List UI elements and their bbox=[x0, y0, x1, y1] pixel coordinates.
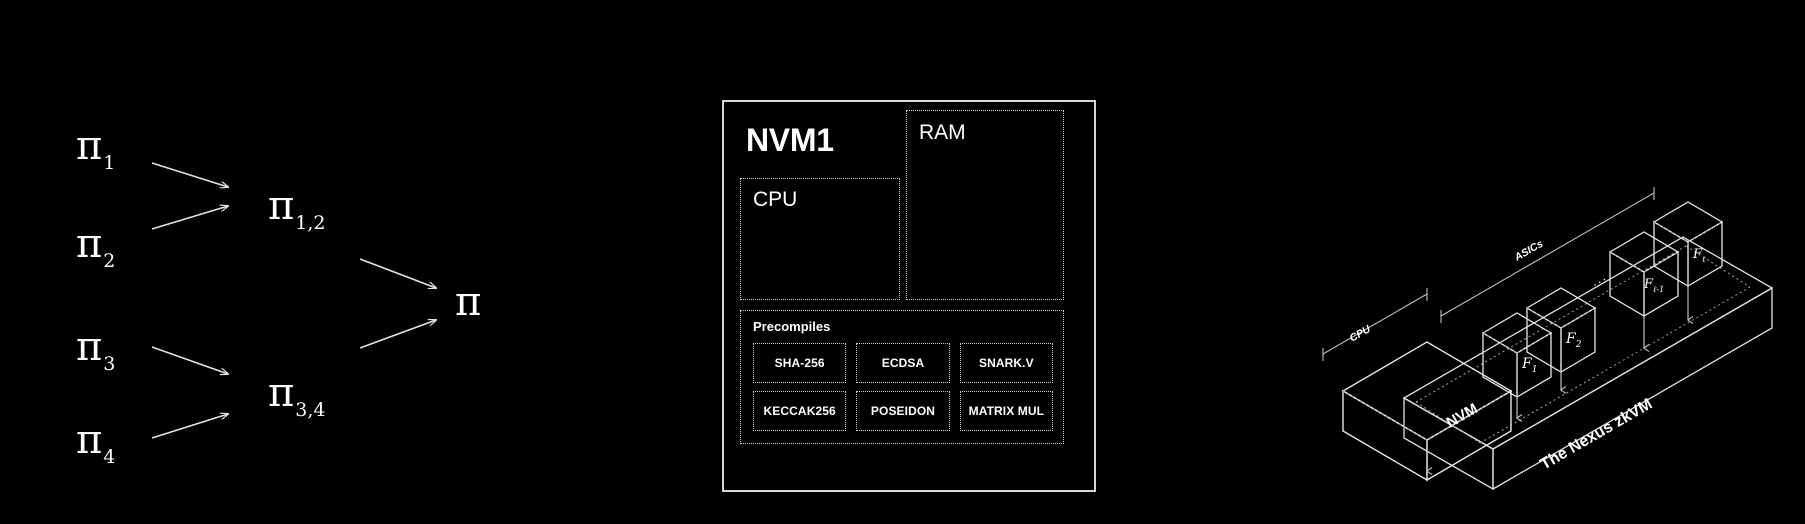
tree-leaf-pi-4: π4 bbox=[76, 417, 115, 467]
ram-block: RAM bbox=[906, 110, 1064, 300]
zkvm-platform-label: The Nexus zkVM bbox=[1538, 396, 1656, 474]
precompile-item: POSEIDON bbox=[856, 391, 950, 431]
tree-arrow-6 bbox=[359, 320, 436, 349]
nvm1-title: NVM1 bbox=[746, 122, 834, 158]
pi-symbol: π bbox=[76, 417, 103, 463]
precompile-item: SNARK.V bbox=[959, 343, 1053, 383]
nvm1-block-diagram-panel: NVM1 CPU RAM Precompiles SHA-256 ECDSA S… bbox=[722, 100, 1096, 492]
tree-node-pi-3-4: π3,4 bbox=[268, 370, 326, 420]
precompiles-block: Precompiles SHA-256 ECDSA SNARK.V KECCAK… bbox=[740, 310, 1064, 444]
ram-block-label: RAM bbox=[919, 121, 966, 144]
tree-arrow-4 bbox=[151, 414, 228, 439]
pi-subscript: 4 bbox=[103, 446, 116, 469]
cpu-bracket-label: CPU bbox=[1348, 323, 1374, 345]
precompile-item: ECDSA bbox=[856, 343, 950, 383]
tree-leaf-pi-1: π1 bbox=[76, 123, 115, 173]
precompiles-grid: SHA-256 ECDSA SNARK.V KECCAK256 POSEIDON… bbox=[753, 343, 1053, 431]
tree-arrow-5 bbox=[359, 258, 436, 288]
tree-arrow-3 bbox=[151, 346, 228, 374]
isometric-diagram: CPU ASICs F1 F2 ··· Fℓ-1 Fℓ NVM The Nexu… bbox=[1322, 187, 1774, 491]
pi-subscript: 1,2 bbox=[295, 212, 326, 235]
proof-aggregation-tree-panel: π1 π2 π3 π4 π1,2 π3,4 π bbox=[0, 0, 600, 524]
zkvm-platform-slab bbox=[1402, 236, 1774, 491]
asic-cube-f1-label: F1 bbox=[1521, 356, 1537, 375]
nexus-zkvm-isometric-panel: CPU ASICs F1 F2 ··· Fℓ-1 Fℓ NVM The Nexu… bbox=[1320, 80, 1805, 500]
tree-root-pi: π bbox=[455, 282, 481, 323]
pi-subscript: 3 bbox=[103, 353, 116, 376]
figure-canvas: π1 π2 π3 π4 π1,2 π3,4 π NVM1 CPU RAM Pre… bbox=[0, 0, 1805, 524]
pi-subscript: 3,4 bbox=[295, 399, 326, 422]
asic-cube-f2-label: F2 bbox=[1565, 331, 1582, 350]
asic-cubes-ellipsis: ··· bbox=[1589, 271, 1610, 292]
tree-arrow-1 bbox=[151, 162, 228, 187]
precompile-item: MATRIX MUL bbox=[959, 391, 1053, 431]
pi-symbol: π bbox=[268, 183, 295, 229]
tree-node-pi-1-2: π1,2 bbox=[268, 183, 326, 233]
pi-symbol: π bbox=[76, 123, 103, 169]
cpu-block-label: CPU bbox=[753, 188, 798, 211]
precompiles-block-label: Precompiles bbox=[753, 319, 831, 334]
pi-symbol: π bbox=[76, 221, 103, 267]
cpu-block: CPU bbox=[740, 178, 900, 300]
tree-leaf-pi-3: π3 bbox=[76, 324, 115, 374]
pi-symbol: π bbox=[268, 370, 295, 416]
cpu-bracket bbox=[1322, 288, 1428, 361]
pi-subscript: 2 bbox=[103, 250, 116, 273]
asics-bracket-label: ASICs bbox=[1512, 238, 1546, 264]
tree-leaf-pi-2: π2 bbox=[76, 221, 115, 271]
precompile-item: SHA-256 bbox=[753, 343, 847, 383]
asic-cube-f-l-minus-1-label: Fℓ-1 bbox=[1643, 277, 1664, 294]
pi-symbol: π bbox=[76, 324, 103, 370]
pi-subscript: 1 bbox=[103, 152, 116, 175]
precompile-item: KECCAK256 bbox=[753, 391, 847, 431]
tree-arrow-2 bbox=[151, 206, 228, 230]
nvm-slab-label: NVM bbox=[1444, 400, 1481, 431]
pi-symbol: π bbox=[455, 279, 482, 325]
